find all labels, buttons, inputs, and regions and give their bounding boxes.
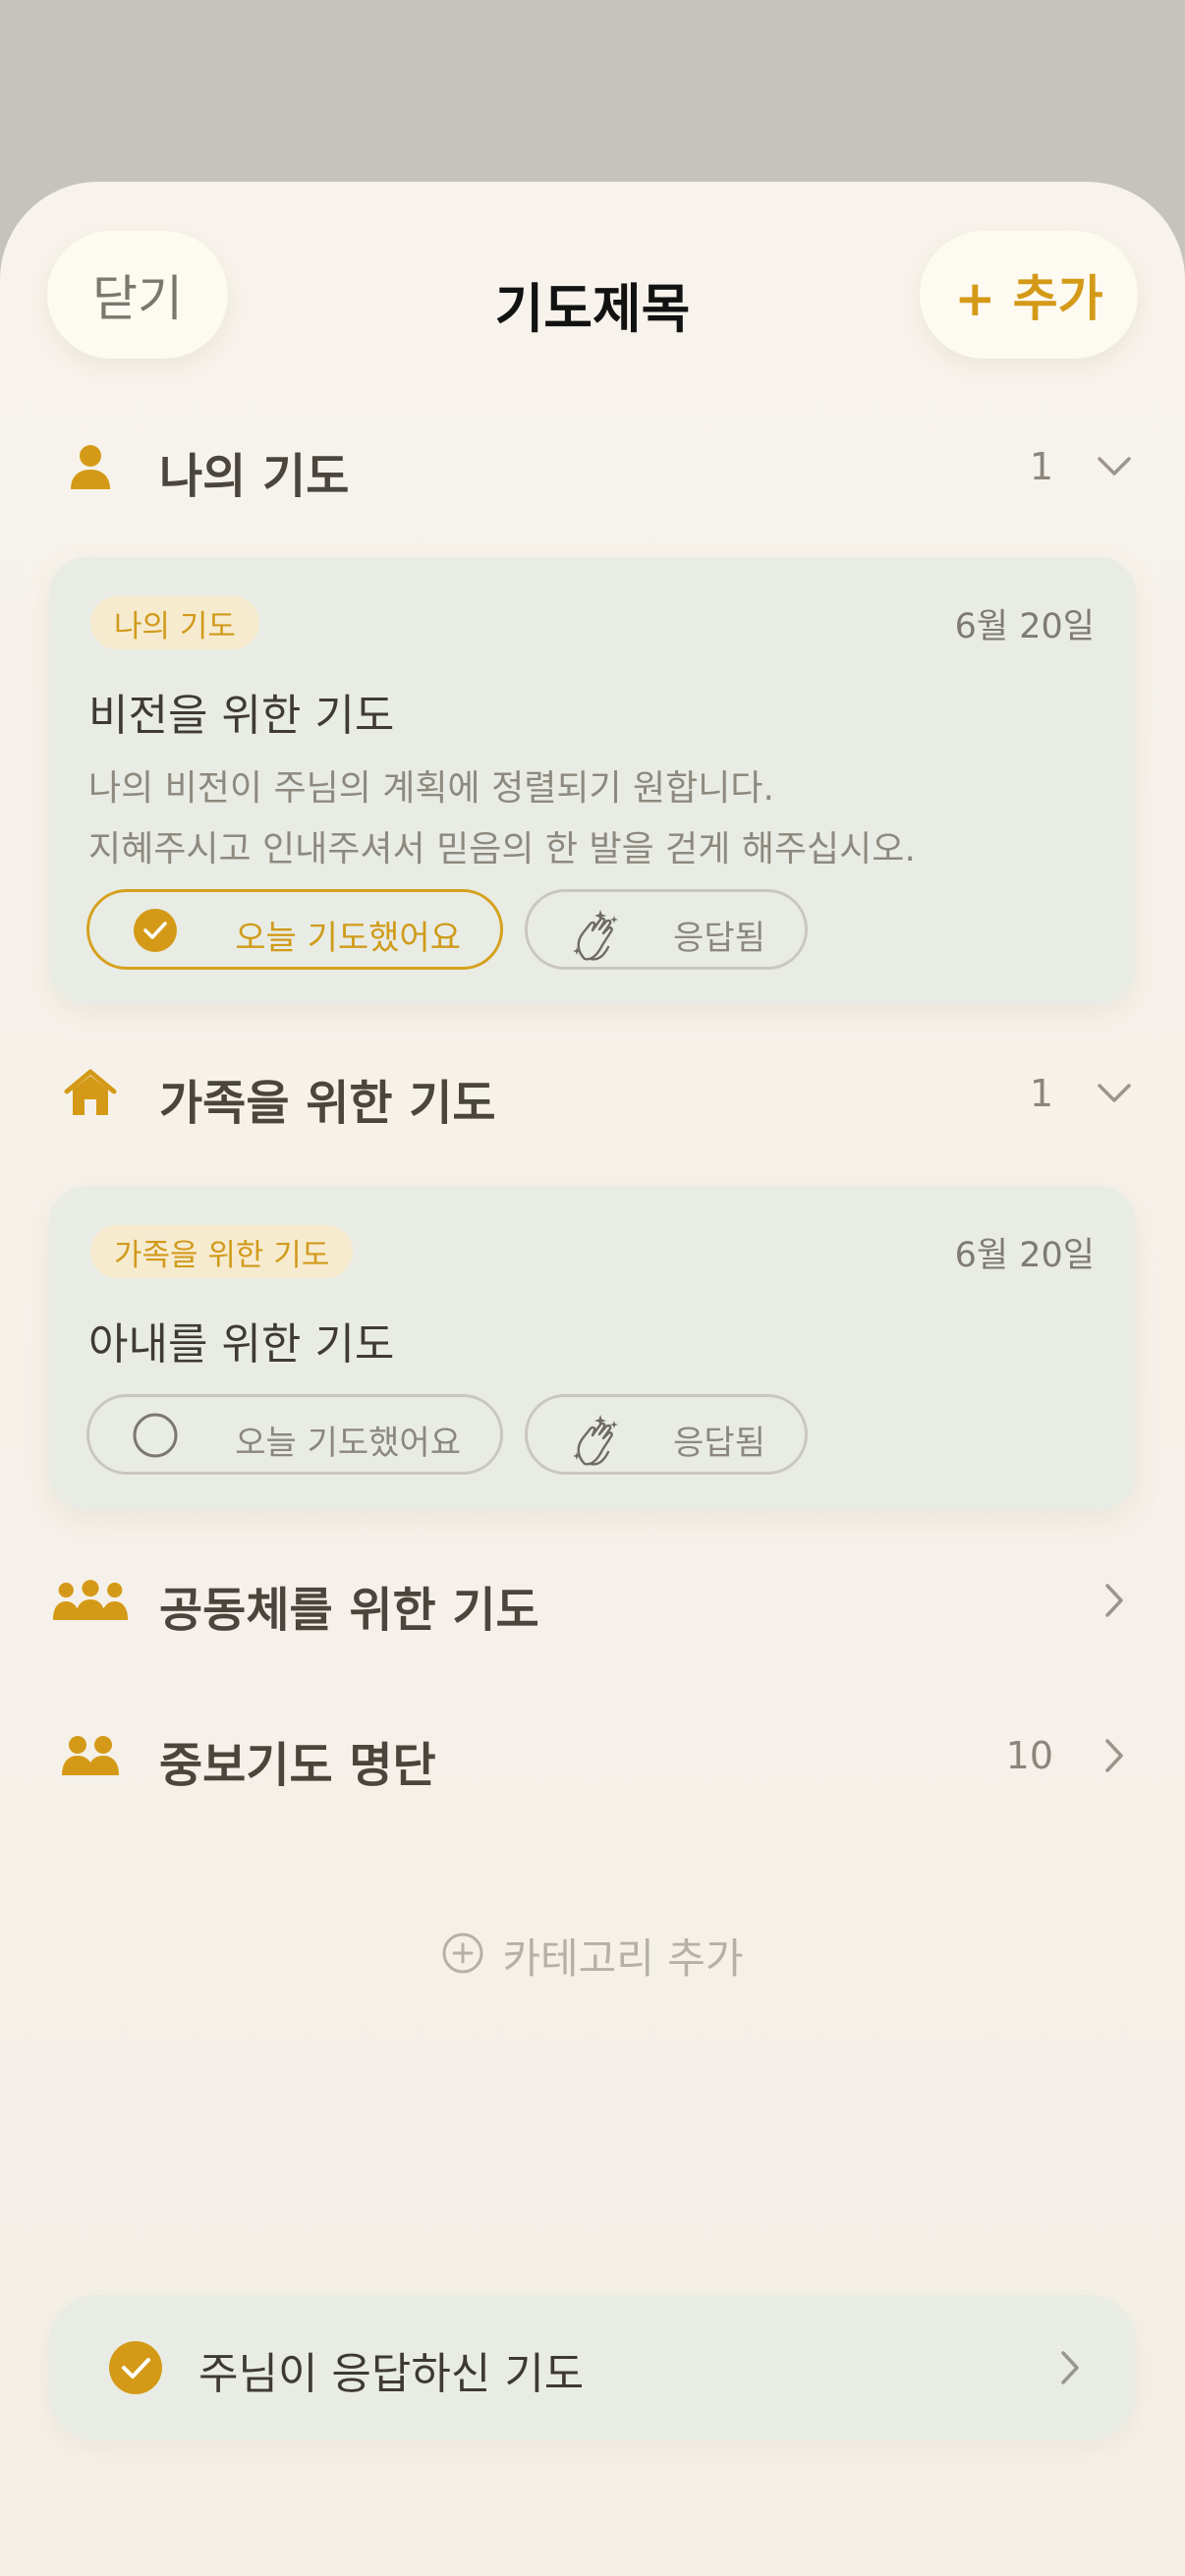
answered-prayers-bar[interactable]: 주님이 응답하신 기도 [49,2295,1136,2440]
clapping-hands-icon [571,908,618,961]
section-count: 1 [1029,445,1053,488]
answered-label: 응답됨 [673,919,765,958]
card-title: 비전을 위한 기도 [88,691,395,741]
prayer-sheet: 닫기 기도제목 + 추가 나의 기도 1 나의 기도 6월 20일 비전을 위한… [0,182,1185,2576]
check-circle-icon [133,908,178,953]
plus-circle-icon [441,1932,484,1979]
add-button[interactable]: + 추가 [920,231,1138,359]
answered-label: 응답됨 [673,1424,765,1463]
section-header-my-prayer[interactable]: 나의 기도 1 [0,427,1185,506]
prayed-today-button[interactable]: 오늘 기도했어요 [86,1394,503,1475]
section-header-family-prayer[interactable]: 가족을 위한 기도 1 [0,1054,1185,1133]
section-header-intercession-list[interactable]: 중보기도 명단 10 [0,1716,1185,1795]
answered-prayers-label: 주님이 응답하신 기도 [198,2349,585,2399]
section-count: 10 [1005,1734,1053,1777]
people-icon [51,1726,130,1785]
section-label: 공동체를 위한 기도 [159,1583,539,1638]
prayed-today-button[interactable]: 오늘 기도했어요 [86,889,503,970]
answered-button[interactable]: 응답됨 [525,1394,808,1475]
chevron-down-icon[interactable] [1095,447,1134,486]
category-tag: 가족을 위한 기도 [90,1225,354,1278]
home-icon [51,1064,130,1123]
chevron-down-icon[interactable] [1095,1074,1134,1113]
card-description: 나의 비전이 주님의 계획에 정렬되기 원합니다. 지혜주시고 인내주셔서 믿음… [88,758,916,880]
section-label: 중보기도 명단 [159,1738,436,1793]
add-category-button[interactable]: 카테고리 추가 [0,1916,1185,1994]
add-category-label: 카테고리 추가 [502,1933,744,1983]
card-description-line: 지혜주시고 인내주셔서 믿음의 한 발을 걷게 해주십시오. [88,829,916,869]
card-date: 6월 20일 [954,607,1095,646]
prayed-today-label: 오늘 기도했어요 [235,1424,461,1463]
card-title: 아내를 위한 기도 [88,1319,395,1370]
group-icon [51,1571,130,1630]
clapping-hands-icon [571,1413,618,1466]
prayer-card[interactable]: 가족을 위한 기도 6월 20일 아내를 위한 기도 오늘 기도했어요 응답됨 [49,1186,1136,1510]
category-tag: 나의 기도 [90,596,259,649]
chevron-right-icon[interactable] [1095,1736,1134,1775]
chevron-right-icon[interactable] [1095,1581,1134,1620]
person-icon [51,437,130,496]
section-count: 1 [1029,1072,1053,1115]
prayer-card[interactable]: 나의 기도 6월 20일 비전을 위한 기도 나의 비전이 주님의 계획에 정렬… [49,557,1136,1004]
answered-button[interactable]: 응답됨 [525,889,808,970]
check-circle-icon [108,2340,163,2399]
card-date: 6월 20일 [954,1236,1095,1275]
prayed-today-label: 오늘 기도했어요 [235,919,461,958]
section-header-community-prayer[interactable]: 공동체를 위한 기도 [0,1561,1185,1640]
chevron-right-icon [1059,2350,1081,2389]
empty-circle-icon [133,1413,178,1458]
section-label: 나의 기도 [159,449,350,504]
section-label: 가족을 위한 기도 [159,1076,496,1131]
card-description-line: 나의 비전이 주님의 계획에 정렬되기 원합니다. [88,768,774,809]
